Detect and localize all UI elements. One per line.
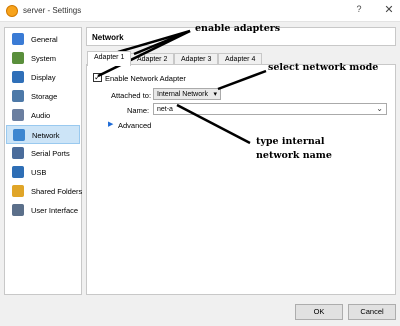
sidebar-item-system[interactable]: System (6, 49, 80, 68)
shared-folders-icon (12, 185, 24, 197)
sidebar-item-usb[interactable]: USB (6, 163, 80, 182)
general-icon (12, 33, 24, 45)
serial-ports-icon (12, 147, 24, 159)
chevron-down-icon: ▾ (213, 91, 217, 98)
sidebar-item-label: Serial Ports (31, 149, 70, 158)
attached-to-value: Internal Network (157, 91, 208, 98)
attached-to-select[interactable]: Internal Network ▾ (153, 88, 221, 100)
help-button[interactable]: ? (353, 4, 365, 18)
sidebar-item-network[interactable]: Network (6, 125, 80, 144)
expand-arrow-icon[interactable]: ▶ (108, 120, 113, 128)
virtualbox-icon (6, 5, 18, 17)
sidebar-item-display[interactable]: Display (6, 68, 80, 87)
sidebar-item-label: General (31, 35, 58, 44)
sidebar-item-label: Shared Folders (31, 187, 83, 196)
cancel-button[interactable]: Cancel (348, 304, 396, 320)
annotation-select-mode: select network mode (268, 62, 379, 73)
user-interface-icon (12, 204, 24, 216)
tab-adapter-1[interactable]: Adapter 1 (87, 51, 132, 66)
enable-adapter-checkbox[interactable]: ✓ (93, 73, 102, 82)
annotation-type-name-1: type internal (256, 136, 325, 147)
sidebar-item-shared-folders[interactable]: Shared Folders (6, 182, 83, 201)
enable-adapter-label[interactable]: Enable Network Adapter (105, 74, 186, 83)
network-icon (13, 129, 25, 141)
sidebar-item-label: System (31, 54, 57, 63)
network-name-input[interactable]: net-a ⌄ (153, 103, 387, 115)
sidebar-item-label: USB (31, 168, 47, 177)
sidebar-item-label: Display (31, 73, 56, 82)
dialog-footer: OK Cancel (0, 300, 400, 326)
adapter-tab-body: ✓ Enable Network Adapter Attached to: In… (86, 64, 396, 295)
system-icon (12, 52, 24, 64)
settings-sidebar: General System Display Storage Audio Net… (4, 27, 82, 295)
close-button[interactable]: ✕ (383, 3, 395, 17)
sidebar-item-storage[interactable]: Storage (6, 87, 80, 106)
window-title: server - Settings (23, 6, 82, 15)
audio-icon (12, 109, 24, 121)
attached-to-label: Attached to: (111, 91, 152, 100)
sidebar-item-label: Audio (31, 111, 51, 120)
network-name-value: net-a (157, 106, 173, 113)
advanced-toggle[interactable]: Advanced (118, 121, 151, 130)
sidebar-item-audio[interactable]: Audio (6, 106, 80, 125)
sidebar-item-label: User Interface (31, 206, 79, 215)
sidebar-item-general[interactable]: General (6, 30, 80, 49)
usb-icon (12, 166, 24, 178)
chevron-down-icon[interactable]: ⌄ (376, 104, 383, 113)
storage-icon (12, 90, 24, 102)
sidebar-item-label: Storage (31, 92, 58, 101)
display-icon (12, 71, 24, 83)
ok-button[interactable]: OK (295, 304, 343, 320)
name-label: Name: (127, 106, 150, 115)
sidebar-item-label: Network (32, 131, 60, 140)
annotation-enable-adapters: enable adapters (195, 23, 281, 34)
title-bar: server - Settings ? ✕ (0, 0, 400, 22)
sidebar-item-user-interface[interactable]: User Interface (6, 201, 80, 220)
annotation-type-name-2: network name (256, 150, 332, 161)
sidebar-item-serial-ports[interactable]: Serial Ports (6, 144, 80, 163)
